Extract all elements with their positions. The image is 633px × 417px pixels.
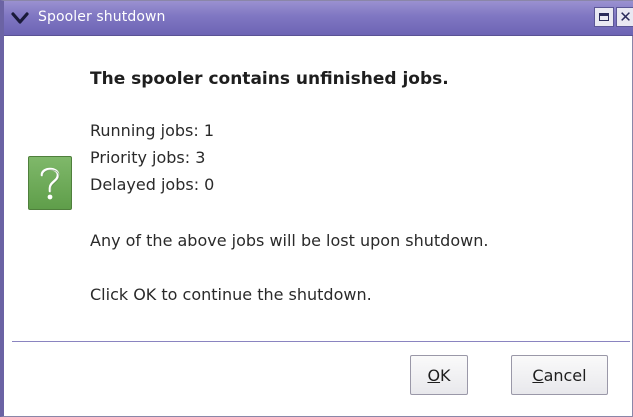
- maximize-icon: [599, 13, 609, 21]
- ok-button[interactable]: OK: [410, 355, 468, 395]
- ok-mnemonic: O: [427, 365, 441, 385]
- instruction-text: Click OK to continue the shutdown.: [90, 285, 372, 304]
- window-menu-button[interactable]: [10, 9, 30, 27]
- cancel-mnemonic: C: [532, 365, 544, 385]
- window-title: Spooler shutdown: [38, 9, 166, 25]
- question-icon: [28, 156, 72, 210]
- cancel-button[interactable]: Cancel: [511, 355, 608, 395]
- maximize-button[interactable]: [594, 7, 614, 27]
- spooler-shutdown-dialog: Spooler shutdown ✕ The spooler contains …: [0, 0, 633, 417]
- warning-text: Any of the above jobs will be lost upon …: [90, 231, 489, 250]
- close-button[interactable]: ✕: [616, 7, 633, 27]
- delayed-jobs-text: Delayed jobs: 0: [90, 175, 215, 194]
- chevron-down-icon: [11, 12, 29, 24]
- cancel-label: ancel: [543, 365, 587, 385]
- title-bar[interactable]: Spooler shutdown ✕: [4, 1, 633, 36]
- dialog-heading: The spooler contains unfinished jobs.: [90, 69, 449, 89]
- ok-label: K: [440, 365, 451, 385]
- running-jobs-text: Running jobs: 1: [90, 121, 215, 140]
- button-separator: [12, 341, 630, 343]
- priority-jobs-text: Priority jobs: 3: [90, 148, 206, 167]
- close-icon: ✕: [619, 7, 632, 26]
